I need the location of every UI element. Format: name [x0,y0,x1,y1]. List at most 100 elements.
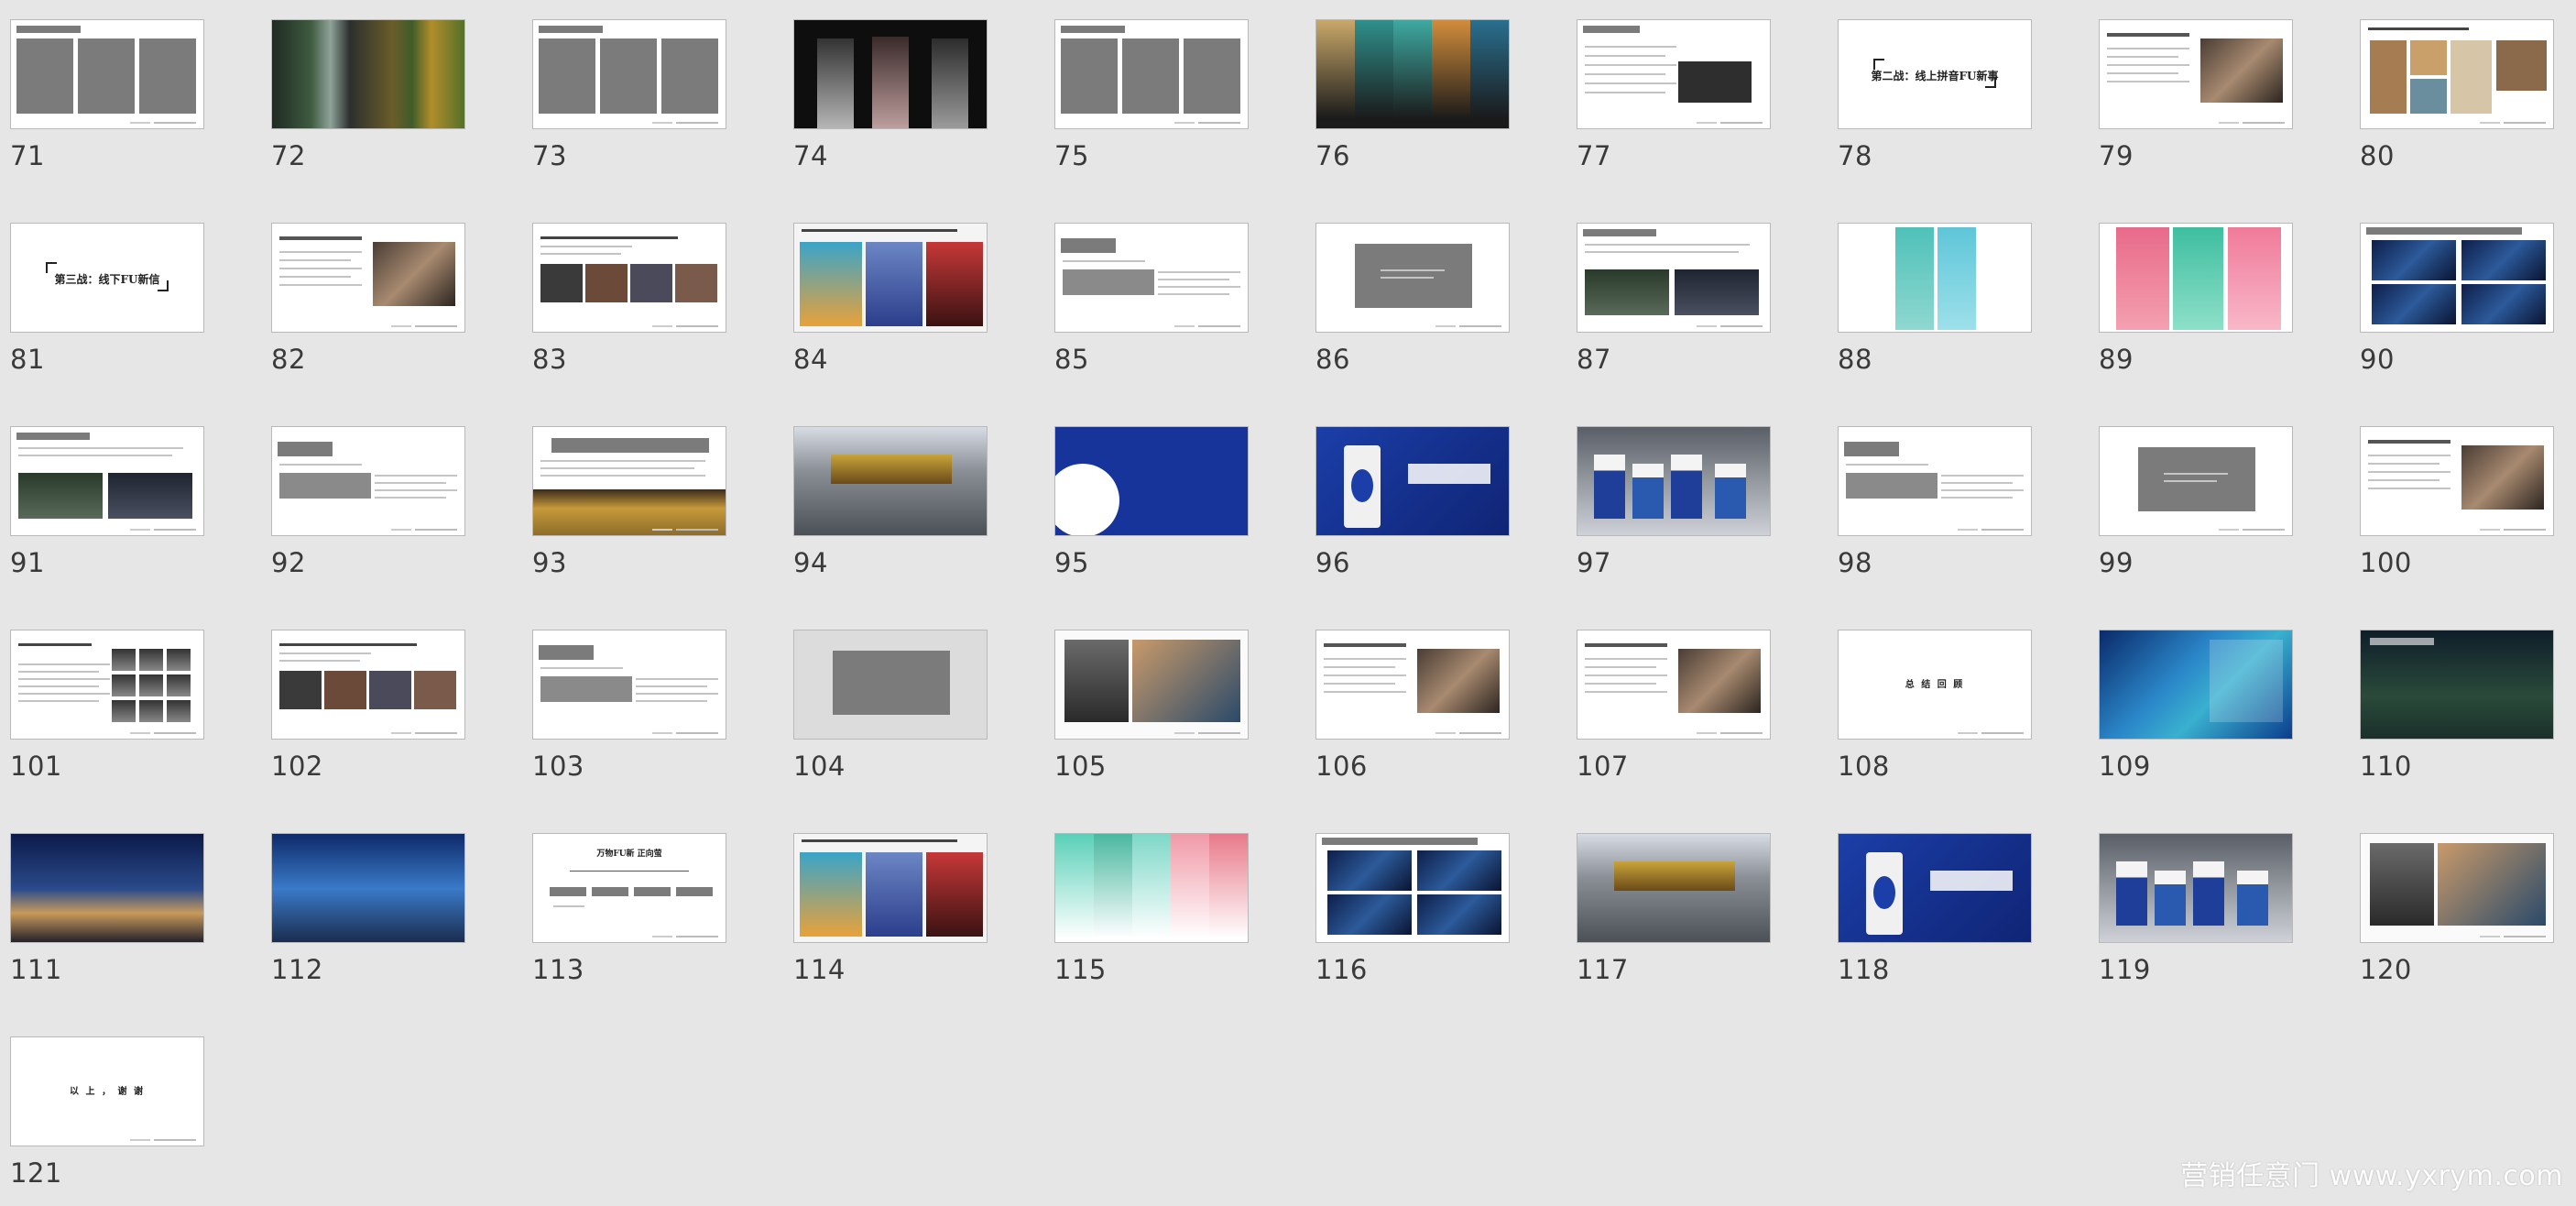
slide-preview [793,833,988,943]
text-line [1846,464,1928,466]
text-line [279,652,371,654]
photo [1585,269,1669,315]
text-line [2107,72,2178,74]
text-line [279,284,362,286]
photo [926,242,983,326]
footer-mark [391,325,411,327]
slide-preview [793,426,988,536]
text-line [1585,666,1656,668]
gray-panel [16,38,73,114]
header-bar [2370,638,2434,645]
slide-title: 万物FU新 正向萤 [596,850,662,859]
slide-preview [532,223,726,333]
section-tag [16,26,81,33]
text-line [18,678,110,680]
photo [800,242,862,326]
person-photo [872,37,909,128]
gray-box [279,473,371,499]
text-line [1158,279,1229,280]
slide-number: 89 [2099,344,2134,375]
photo [373,242,455,306]
photo [866,242,922,326]
slide-title: 总 结 回 顾 [1905,680,1965,690]
footer-mark [676,936,718,937]
text-line [2368,455,2450,456]
text-line [540,467,694,469]
footer-mark [2480,936,2500,937]
heading-line [1585,643,1667,647]
footer-mark [1435,732,1456,734]
footer-mark [1198,325,1240,327]
slide-number: 81 [10,344,45,375]
text-line [1324,658,1406,660]
slide-preview [1054,833,1249,943]
text-line [1941,497,2013,499]
section-tag [1844,442,1899,456]
slide-preview [1315,223,1510,333]
text-line [1585,244,1750,246]
photo [926,852,983,937]
text-line [1324,666,1395,668]
poster [2116,227,2169,330]
watermark: 营销任意门 www.yxrym.com [2180,1160,2563,1192]
slide-title: 第二战：线上拼音FU新事 [1871,70,1999,82]
billboard [1417,850,1501,891]
slide-number: 105 [1054,751,1107,782]
text-line [540,460,705,462]
footer-mark [2243,122,2285,124]
slide-number: 116 [1315,954,1368,985]
slide-preview [2360,223,2554,333]
footer-mark [652,529,672,531]
slide-number: 110 [2360,751,2412,782]
heading-line [802,229,957,232]
footer-mark [1697,325,1717,327]
footer-mark [1697,122,1717,124]
poster-panel [1470,20,1509,128]
org-box [634,887,671,896]
photo [630,264,672,302]
text-line [1585,73,1665,75]
slide-preview [1054,223,1249,333]
footer-mark [676,732,718,734]
photo [18,473,103,519]
slide-number: 95 [1054,547,1089,578]
poster-panel [1132,834,1172,942]
text-line [1063,260,1145,262]
footer-mark [154,122,196,124]
slide-number: 114 [793,954,846,985]
slide-preview [271,833,465,943]
text-line [2164,473,2228,475]
footer-mark [130,732,150,734]
text-line [18,663,110,665]
slide-number: 120 [2360,954,2412,985]
slide-preview [10,833,204,943]
slide-number: 104 [793,751,846,782]
photo [279,671,322,709]
photo [1064,640,1129,722]
text-line [18,685,99,687]
slide-preview [1054,19,1249,129]
slide-preview [532,630,726,740]
poster [2173,227,2223,330]
video-box [1678,61,1752,103]
text-line [2368,488,2450,489]
photo [675,264,717,302]
section-tag [1322,838,1478,845]
slide-number: 86 [1315,344,1350,375]
text-line [1585,691,1667,693]
text-line [636,693,718,695]
billboard [1327,850,1412,891]
slide-preview [2360,19,2554,129]
slide-number: 88 [1838,344,1872,375]
slide-number: 82 [271,344,306,375]
slide-number: 112 [271,954,323,985]
poster [2228,227,2281,330]
slide-number: 93 [532,547,567,578]
gray-panel [139,38,196,114]
text-line [1381,269,1445,271]
slide-number: 98 [1838,547,1872,578]
photo [1675,269,1759,315]
photo [2370,843,2434,926]
heading-line [2368,440,2450,444]
photo [2200,38,2283,103]
